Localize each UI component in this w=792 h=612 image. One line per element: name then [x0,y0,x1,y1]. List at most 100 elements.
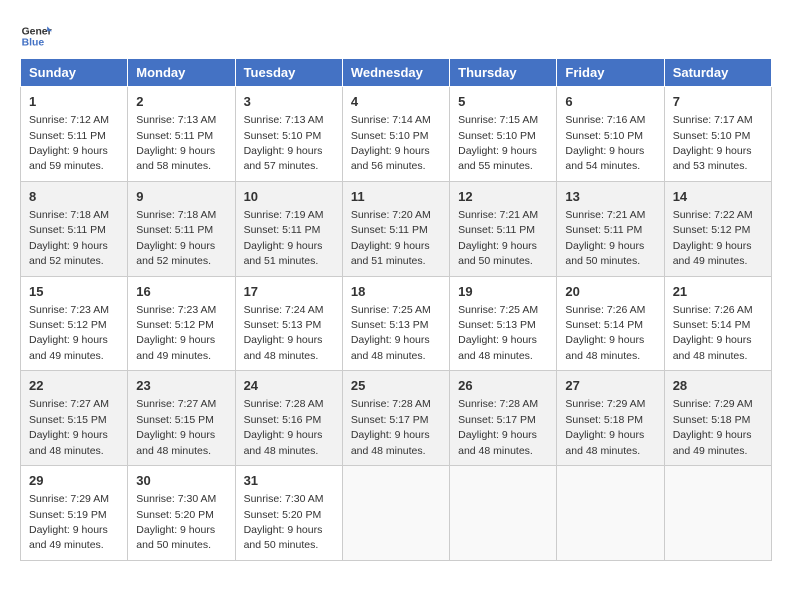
weekday-label: Friday [557,59,664,87]
day-info: Sunrise: 7:14 AMSunset: 5:10 PMDaylight:… [351,114,431,172]
day-info: Sunrise: 7:13 AMSunset: 5:10 PMDaylight:… [244,114,324,172]
day-number: 2 [136,93,226,111]
calendar-day-cell: 16 Sunrise: 7:23 AMSunset: 5:12 PMDaylig… [128,276,235,371]
calendar-day-cell: 22 Sunrise: 7:27 AMSunset: 5:15 PMDaylig… [21,371,128,466]
day-number: 11 [351,188,441,206]
day-info: Sunrise: 7:30 AMSunset: 5:20 PMDaylight:… [136,493,216,551]
calendar-week-row: 1 Sunrise: 7:12 AMSunset: 5:11 PMDayligh… [21,87,772,182]
day-number: 24 [244,377,334,395]
calendar-day-cell: 6 Sunrise: 7:16 AMSunset: 5:10 PMDayligh… [557,87,664,182]
day-number: 8 [29,188,119,206]
calendar-day-cell: 3 Sunrise: 7:13 AMSunset: 5:10 PMDayligh… [235,87,342,182]
weekday-label: Monday [128,59,235,87]
day-number: 15 [29,283,119,301]
day-info: Sunrise: 7:28 AMSunset: 5:17 PMDaylight:… [351,398,431,456]
calendar-day-cell: 5 Sunrise: 7:15 AMSunset: 5:10 PMDayligh… [450,87,557,182]
day-info: Sunrise: 7:17 AMSunset: 5:10 PMDaylight:… [673,114,753,172]
calendar-day-cell: 17 Sunrise: 7:24 AMSunset: 5:13 PMDaylig… [235,276,342,371]
day-number: 17 [244,283,334,301]
calendar-day-cell: 29 Sunrise: 7:29 AMSunset: 5:19 PMDaylig… [21,466,128,561]
calendar-day-cell [342,466,449,561]
calendar-day-cell: 24 Sunrise: 7:28 AMSunset: 5:16 PMDaylig… [235,371,342,466]
calendar-week-row: 29 Sunrise: 7:29 AMSunset: 5:19 PMDaylig… [21,466,772,561]
calendar-day-cell: 11 Sunrise: 7:20 AMSunset: 5:11 PMDaylig… [342,181,449,276]
logo-icon: General Blue [20,20,52,52]
day-number: 16 [136,283,226,301]
day-info: Sunrise: 7:28 AMSunset: 5:17 PMDaylight:… [458,398,538,456]
day-number: 12 [458,188,548,206]
day-info: Sunrise: 7:23 AMSunset: 5:12 PMDaylight:… [29,304,109,362]
day-info: Sunrise: 7:25 AMSunset: 5:13 PMDaylight:… [351,304,431,362]
day-number: 13 [565,188,655,206]
day-info: Sunrise: 7:29 AMSunset: 5:18 PMDaylight:… [565,398,645,456]
day-number: 19 [458,283,548,301]
day-info: Sunrise: 7:24 AMSunset: 5:13 PMDaylight:… [244,304,324,362]
day-info: Sunrise: 7:16 AMSunset: 5:10 PMDaylight:… [565,114,645,172]
day-info: Sunrise: 7:20 AMSunset: 5:11 PMDaylight:… [351,209,431,267]
svg-text:Blue: Blue [22,38,45,49]
logo: General Blue [20,20,52,52]
day-info: Sunrise: 7:19 AMSunset: 5:11 PMDaylight:… [244,209,324,267]
calendar-day-cell: 25 Sunrise: 7:28 AMSunset: 5:17 PMDaylig… [342,371,449,466]
day-number: 1 [29,93,119,111]
calendar-day-cell: 7 Sunrise: 7:17 AMSunset: 5:10 PMDayligh… [664,87,771,182]
day-number: 21 [673,283,763,301]
day-number: 4 [351,93,441,111]
day-number: 29 [29,472,119,490]
calendar-day-cell: 26 Sunrise: 7:28 AMSunset: 5:17 PMDaylig… [450,371,557,466]
day-number: 23 [136,377,226,395]
day-info: Sunrise: 7:29 AMSunset: 5:18 PMDaylight:… [673,398,753,456]
day-number: 5 [458,93,548,111]
day-number: 3 [244,93,334,111]
day-number: 28 [673,377,763,395]
day-info: Sunrise: 7:23 AMSunset: 5:12 PMDaylight:… [136,304,216,362]
day-info: Sunrise: 7:21 AMSunset: 5:11 PMDaylight:… [458,209,538,267]
day-number: 26 [458,377,548,395]
day-number: 9 [136,188,226,206]
day-number: 20 [565,283,655,301]
day-info: Sunrise: 7:27 AMSunset: 5:15 PMDaylight:… [136,398,216,456]
day-info: Sunrise: 7:28 AMSunset: 5:16 PMDaylight:… [244,398,324,456]
calendar-week-row: 15 Sunrise: 7:23 AMSunset: 5:12 PMDaylig… [21,276,772,371]
day-info: Sunrise: 7:21 AMSunset: 5:11 PMDaylight:… [565,209,645,267]
calendar-week-row: 8 Sunrise: 7:18 AMSunset: 5:11 PMDayligh… [21,181,772,276]
calendar-day-cell: 14 Sunrise: 7:22 AMSunset: 5:12 PMDaylig… [664,181,771,276]
day-info: Sunrise: 7:26 AMSunset: 5:14 PMDaylight:… [565,304,645,362]
day-number: 6 [565,93,655,111]
day-info: Sunrise: 7:12 AMSunset: 5:11 PMDaylight:… [29,114,109,172]
calendar-day-cell: 13 Sunrise: 7:21 AMSunset: 5:11 PMDaylig… [557,181,664,276]
calendar-day-cell: 8 Sunrise: 7:18 AMSunset: 5:11 PMDayligh… [21,181,128,276]
day-info: Sunrise: 7:15 AMSunset: 5:10 PMDaylight:… [458,114,538,172]
calendar-body: 1 Sunrise: 7:12 AMSunset: 5:11 PMDayligh… [21,87,772,561]
calendar-day-cell: 19 Sunrise: 7:25 AMSunset: 5:13 PMDaylig… [450,276,557,371]
calendar-day-cell: 21 Sunrise: 7:26 AMSunset: 5:14 PMDaylig… [664,276,771,371]
calendar-week-row: 22 Sunrise: 7:27 AMSunset: 5:15 PMDaylig… [21,371,772,466]
calendar-day-cell: 15 Sunrise: 7:23 AMSunset: 5:12 PMDaylig… [21,276,128,371]
day-number: 14 [673,188,763,206]
weekday-label: Wednesday [342,59,449,87]
calendar-day-cell: 30 Sunrise: 7:30 AMSunset: 5:20 PMDaylig… [128,466,235,561]
day-info: Sunrise: 7:13 AMSunset: 5:11 PMDaylight:… [136,114,216,172]
day-number: 30 [136,472,226,490]
calendar-day-cell: 23 Sunrise: 7:27 AMSunset: 5:15 PMDaylig… [128,371,235,466]
calendar-day-cell: 28 Sunrise: 7:29 AMSunset: 5:18 PMDaylig… [664,371,771,466]
page-header: General Blue [20,20,772,52]
calendar-day-cell: 18 Sunrise: 7:25 AMSunset: 5:13 PMDaylig… [342,276,449,371]
weekday-label: Thursday [450,59,557,87]
calendar-day-cell: 1 Sunrise: 7:12 AMSunset: 5:11 PMDayligh… [21,87,128,182]
day-info: Sunrise: 7:27 AMSunset: 5:15 PMDaylight:… [29,398,109,456]
day-info: Sunrise: 7:18 AMSunset: 5:11 PMDaylight:… [136,209,216,267]
day-number: 7 [673,93,763,111]
calendar-day-cell: 20 Sunrise: 7:26 AMSunset: 5:14 PMDaylig… [557,276,664,371]
day-number: 27 [565,377,655,395]
calendar-day-cell: 12 Sunrise: 7:21 AMSunset: 5:11 PMDaylig… [450,181,557,276]
calendar-day-cell: 2 Sunrise: 7:13 AMSunset: 5:11 PMDayligh… [128,87,235,182]
calendar-table: SundayMondayTuesdayWednesdayThursdayFrid… [20,58,772,561]
weekday-label: Saturday [664,59,771,87]
day-info: Sunrise: 7:30 AMSunset: 5:20 PMDaylight:… [244,493,324,551]
day-number: 31 [244,472,334,490]
day-info: Sunrise: 7:26 AMSunset: 5:14 PMDaylight:… [673,304,753,362]
weekday-label: Tuesday [235,59,342,87]
calendar-day-cell: 9 Sunrise: 7:18 AMSunset: 5:11 PMDayligh… [128,181,235,276]
day-number: 22 [29,377,119,395]
